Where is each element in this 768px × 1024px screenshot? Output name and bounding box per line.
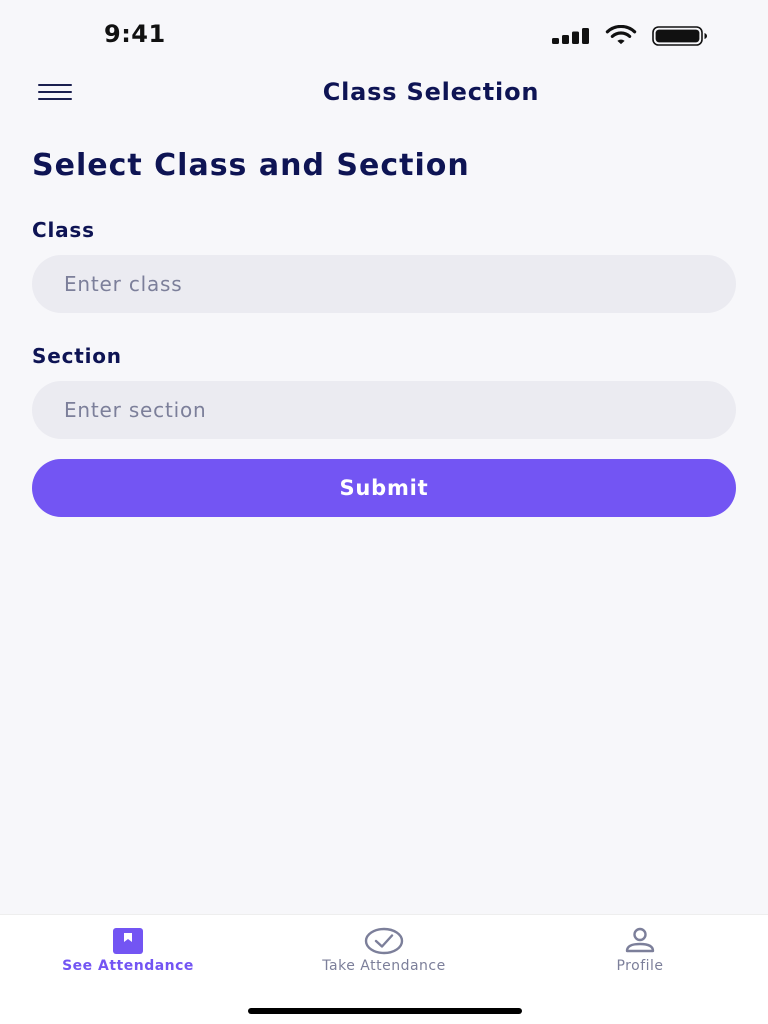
status-time: 9:41 xyxy=(104,20,166,48)
tab-profile[interactable]: Profile xyxy=(540,915,740,985)
tab-take-attendance[interactable]: Take Attendance xyxy=(284,915,484,985)
tab-label-see-attendance: See Attendance xyxy=(62,958,194,974)
cellular-signal-icon xyxy=(552,28,589,44)
status-bar: 9:41 xyxy=(0,0,768,70)
tab-label-profile: Profile xyxy=(616,958,664,974)
form-heading: Select Class and Section xyxy=(32,148,470,183)
battery-icon xyxy=(652,26,707,46)
class-selection-screen: 9:41 Class Selection Select Class and Se… xyxy=(0,0,768,1024)
page-title: Class Selection xyxy=(322,78,540,106)
bookmark-book-icon xyxy=(113,928,143,954)
class-input[interactable] xyxy=(32,255,736,313)
home-indicator xyxy=(248,1008,522,1014)
submit-button[interactable]: Submit xyxy=(32,459,736,517)
section-input[interactable] xyxy=(32,381,736,439)
person-icon xyxy=(625,927,655,953)
section-label: Section xyxy=(32,344,122,368)
tab-label-take-attendance: Take Attendance xyxy=(322,958,446,974)
class-label: Class xyxy=(32,218,95,242)
wifi-icon xyxy=(605,25,637,45)
check-circle-icon xyxy=(364,927,404,955)
tab-see-attendance[interactable]: See Attendance xyxy=(28,915,228,985)
